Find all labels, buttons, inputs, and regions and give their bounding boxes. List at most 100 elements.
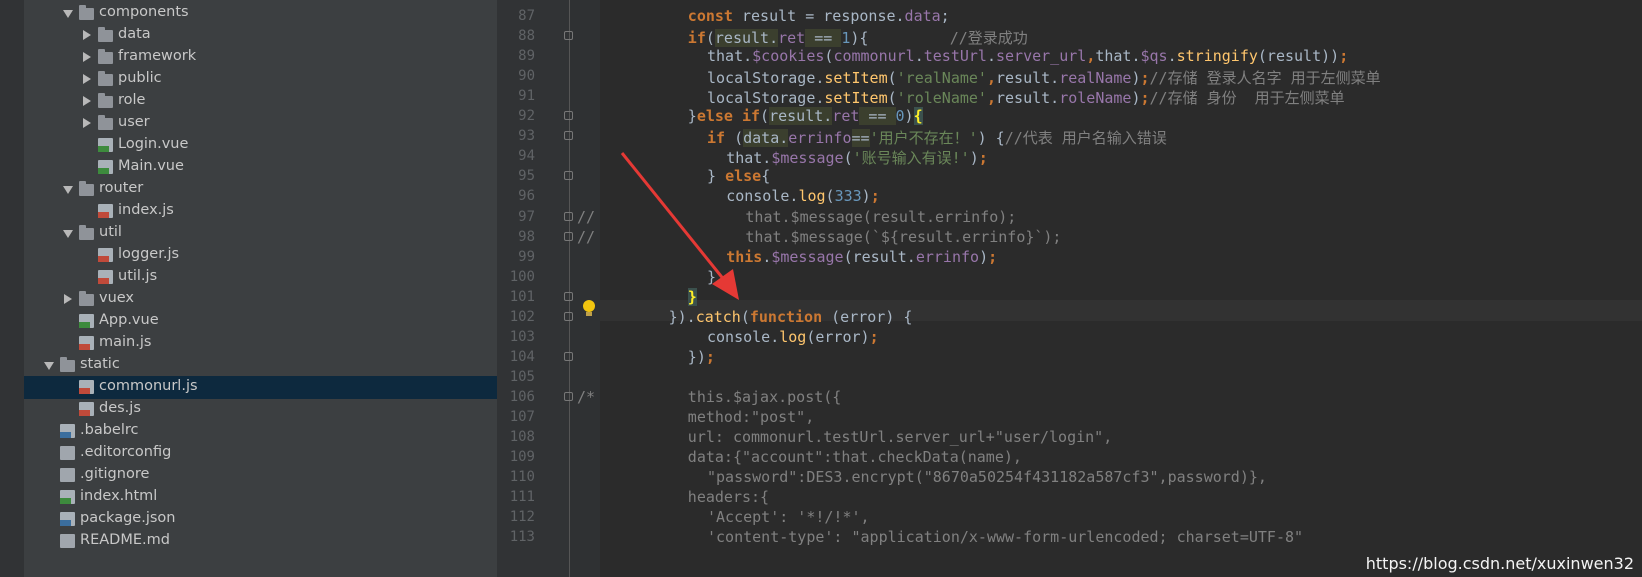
expanded-arrow-icon[interactable]: [44, 362, 54, 370]
tree-item[interactable]: README.md: [24, 530, 497, 553]
code-line[interactable]: 113 'content-type': "application/x-www-fo…: [497, 527, 1642, 548]
expanded-arrow-icon[interactable]: [63, 230, 73, 238]
tree-item[interactable]: data: [24, 24, 497, 47]
code-line[interactable]: 103 console.log(error);: [497, 327, 1642, 348]
tree-item-label: .gitignore: [80, 466, 150, 482]
tree-item[interactable]: user: [24, 112, 497, 135]
code-line[interactable]: 108 url: commonurl.testUrl.server_url+"us…: [497, 427, 1642, 448]
collapsed-arrow-icon[interactable]: [83, 52, 91, 62]
fold-marker-icon[interactable]: [564, 391, 573, 401]
code-line[interactable]: 90 localStorage.setItem('realName',result…: [497, 66, 1642, 87]
tree-item[interactable]: .editorconfig: [24, 442, 497, 465]
code-token: result.: [714, 29, 779, 48]
code-line[interactable]: 93 if (data.errinfo=='用户不存在！') {//代表 用户名输…: [497, 126, 1642, 148]
code-token: ==: [859, 107, 896, 126]
code-token: (result)): [1257, 47, 1340, 66]
fold-marker-icon[interactable]: [564, 291, 573, 301]
code-line[interactable]: 89 that.$cookies(commonurl.testUrl.server…: [497, 46, 1642, 67]
code-token: localStorage.: [707, 89, 825, 108]
code-line[interactable]: 98 // that.$message(`${result.errinfo}`);: [497, 227, 1642, 248]
tree-item-label: main.js: [99, 334, 152, 350]
tree-item[interactable]: public: [24, 68, 497, 91]
code-token: //存储 登录人名字 用于左侧菜单: [1149, 69, 1381, 88]
code-line[interactable]: 100}: [497, 267, 1642, 288]
folder-icon: [79, 291, 94, 306]
code-line[interactable]: 105: [497, 367, 1642, 388]
tree-item[interactable]: components: [24, 2, 497, 25]
collapsed-arrow-icon[interactable]: [83, 74, 91, 84]
fold-marker-icon[interactable]: [564, 111, 573, 121]
folder-icon: [60, 357, 75, 372]
code-token: .: [986, 47, 996, 66]
code-line[interactable]: 109 data:{"account":that.checkData(name),: [497, 447, 1642, 468]
code-text: }).catch(function (error) {: [669, 308, 913, 326]
line-number: 90: [518, 68, 535, 85]
code-token: }).: [668, 307, 696, 326]
tree-item[interactable]: commonurl.js: [24, 376, 497, 399]
tree-item[interactable]: util: [24, 222, 497, 245]
code-token: ==: [805, 29, 842, 48]
code-line[interactable]: 92}else if(result.ret == 0){: [497, 106, 1642, 127]
code-line[interactable]: 96 console.log(333);: [497, 186, 1642, 207]
tree-item[interactable]: Main.vue: [24, 156, 497, 179]
tree-item[interactable]: index.html: [24, 486, 497, 509]
tree-item[interactable]: router: [24, 178, 497, 201]
fold-marker-icon[interactable]: [564, 211, 573, 221]
tree-item[interactable]: package.json: [24, 508, 497, 531]
code-line[interactable]: 91 localStorage.setItem('roleName',result…: [497, 86, 1642, 107]
code-token: that.$message(`${result.errinfo}`);: [745, 227, 1062, 246]
code-line[interactable]: 110 "password":DES3.encrypt("8670a50254f4…: [497, 467, 1642, 488]
code-editor[interactable]: 87 const result = response.data; 88 if(resu…: [497, 0, 1642, 577]
tree-item[interactable]: des.js: [24, 398, 497, 421]
code-token: ret: [832, 107, 860, 126]
code-line[interactable]: 106 /* this.$ajax.post({: [497, 387, 1642, 408]
code-line[interactable]: 88 if(result.ret == 1){ //登录成功: [497, 26, 1642, 48]
code-token: log: [779, 327, 807, 346]
tree-item[interactable]: Login.vue: [24, 134, 497, 157]
tree-item[interactable]: .babelrc: [24, 420, 497, 443]
fold-marker-icon[interactable]: [564, 311, 573, 321]
fold-marker-icon[interactable]: [564, 231, 573, 241]
fold-marker-icon[interactable]: [564, 351, 573, 361]
code-line[interactable]: 94 that.$message('账号输入有误!');: [497, 146, 1642, 167]
code-line[interactable]: 95} else{: [497, 166, 1642, 187]
js-file-icon: [98, 270, 113, 284]
collapsed-arrow-icon[interactable]: [83, 96, 91, 106]
line-number: 108: [509, 429, 535, 446]
collapsed-arrow-icon[interactable]: [83, 118, 91, 128]
tree-item[interactable]: logger.js: [24, 244, 497, 267]
code-line[interactable]: 111 headers:{: [497, 487, 1642, 508]
tree-item[interactable]: framework: [24, 46, 497, 69]
fold-marker-icon[interactable]: [564, 31, 573, 41]
code-line[interactable]: 97 // that.$message(result.errinfo);: [497, 207, 1642, 228]
code-token: //登录成功: [949, 29, 1028, 48]
line-number: 100: [509, 268, 535, 285]
code-line[interactable]: 104});: [497, 347, 1642, 368]
fold-marker-icon[interactable]: [564, 171, 573, 181]
tree-item[interactable]: .gitignore: [24, 464, 497, 487]
tree-item[interactable]: util.js: [24, 266, 497, 289]
collapsed-arrow-icon[interactable]: [64, 294, 72, 304]
code-token: headers:{: [687, 488, 770, 507]
code-token: ;: [1339, 47, 1349, 66]
tree-item[interactable]: static: [24, 354, 497, 377]
expanded-arrow-icon[interactable]: [63, 186, 73, 194]
line-number: 112: [509, 509, 535, 526]
tree-item[interactable]: vuex: [24, 288, 497, 311]
expanded-arrow-icon[interactable]: [63, 10, 73, 18]
tree-item[interactable]: App.vue: [24, 310, 497, 333]
code-token: 'realName': [896, 69, 987, 88]
code-token: ret: [778, 29, 806, 48]
tree-item[interactable]: main.js: [24, 332, 497, 355]
collapsed-arrow-icon[interactable]: [83, 30, 91, 40]
tree-item[interactable]: role: [24, 90, 497, 113]
code-line[interactable]: 87 const result = response.data;: [497, 6, 1642, 27]
code-line[interactable]: 102}).catch(function (error) {: [497, 307, 1642, 328]
fold-marker-icon[interactable]: [564, 131, 573, 141]
code-line[interactable]: 101}: [497, 287, 1642, 308]
code-line[interactable]: 112 'Accept': '*!/!*',: [497, 507, 1642, 528]
tree-item[interactable]: index.js: [24, 200, 497, 223]
code-line[interactable]: 107 method:"post",: [497, 407, 1642, 428]
code-line[interactable]: 99 this.$message(result.errinfo);: [497, 247, 1642, 268]
line-number: 110: [509, 469, 535, 486]
